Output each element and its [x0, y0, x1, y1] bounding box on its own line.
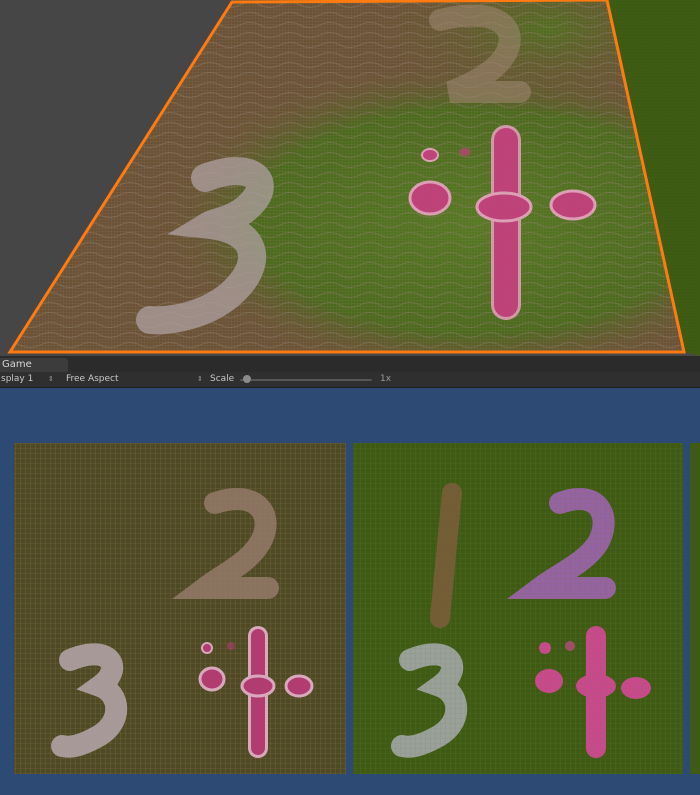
- tab-game[interactable]: Game: [0, 358, 68, 372]
- aspect-label: Free Aspect: [66, 374, 119, 384]
- game-view[interactable]: [0, 388, 700, 791]
- tab-bar: [0, 356, 700, 372]
- scale-value: 1x: [380, 374, 392, 384]
- render-panel-2: [353, 443, 683, 774]
- aspect-dropdown[interactable]: Free Aspect: [66, 372, 119, 387]
- display-label: splay 1: [1, 374, 34, 384]
- scale-slider-track[interactable]: [240, 379, 372, 381]
- terrain-plane[interactable]: [0, 0, 700, 356]
- display-dropdown[interactable]: splay 1: [1, 372, 33, 387]
- display-dropdown-arrows-icon[interactable]: ⇕: [48, 372, 54, 387]
- render-panel-3: [690, 443, 700, 774]
- render-panel-1: [14, 443, 346, 774]
- game-canvas[interactable]: [0, 388, 700, 791]
- scale-label: Scale: [210, 374, 235, 384]
- scale-slider-thumb-icon[interactable]: [242, 375, 251, 383]
- game-toolbar: splay 1 ⇕ Free Aspect ⇕ Scale 1x: [0, 372, 700, 388]
- tab-game-label: Game: [2, 359, 32, 370]
- scene-view[interactable]: [0, 0, 700, 356]
- aspect-dropdown-arrows-icon[interactable]: ⇕: [197, 372, 203, 387]
- scene-canvas[interactable]: [0, 0, 700, 356]
